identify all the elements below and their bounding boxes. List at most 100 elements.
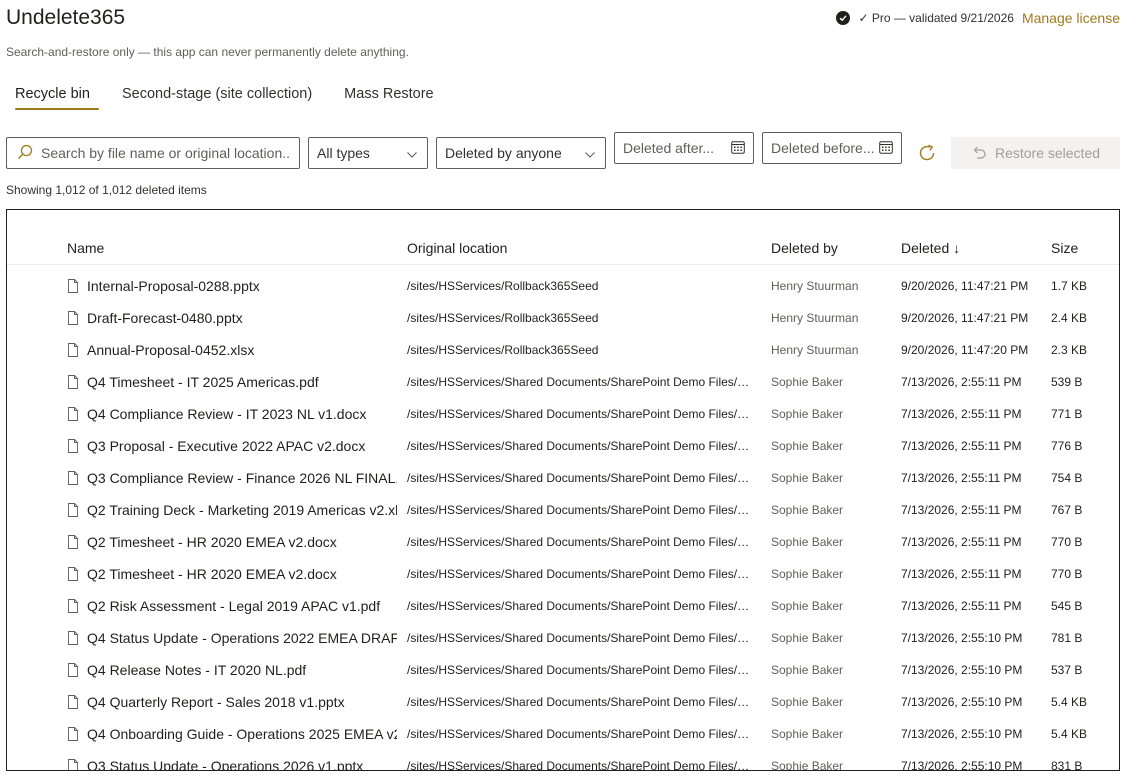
row-size: 771 B xyxy=(1051,407,1083,421)
row-name: Q3 Proposal - Executive 2022 APAC v2.doc… xyxy=(87,438,366,454)
table-row[interactable]: Q4 Onboarding Guide - Operations 2025 EM… xyxy=(7,718,1119,750)
row-location: /sites/HSServices/Shared Documents/Share… xyxy=(407,567,752,581)
row-name-cell: Q4 Status Update - Operations 2022 EMEA … xyxy=(67,630,397,646)
file-icon xyxy=(67,727,79,741)
row-deleted-date: 7/13/2026, 2:55:11 PM xyxy=(901,535,1022,549)
table-row[interactable]: Q4 Release Notes - IT 2020 NL.pdf/sites/… xyxy=(7,654,1119,686)
row-name: Q2 Risk Assessment - Legal 2019 APAC v1.… xyxy=(87,598,381,614)
chevron-down-icon xyxy=(585,145,595,161)
row-name-cell: Q2 Timesheet - HR 2020 EMEA v2.docx xyxy=(67,534,397,550)
row-name: Q4 Timesheet - IT 2025 Americas.pdf xyxy=(87,374,319,390)
row-deleted-by: Sophie Baker xyxy=(771,407,844,421)
row-location: /sites/HSServices/Rollback365Seed xyxy=(407,343,599,357)
table-row[interactable]: Draft-Forecast-0480.pptx/sites/HSService… xyxy=(7,302,1119,334)
row-deleted-date: 7/13/2026, 2:55:11 PM xyxy=(901,567,1022,581)
column-header-size[interactable]: Size xyxy=(1051,240,1111,256)
tab-mass-restore[interactable]: Mass Restore xyxy=(335,84,442,110)
row-name: Q2 Training Deck - Marketing 2019 Americ… xyxy=(87,502,397,518)
row-location: /sites/HSServices/Shared Documents/Share… xyxy=(407,535,752,549)
row-name: Q4 Onboarding Guide - Operations 2025 EM… xyxy=(87,726,397,742)
row-name-cell: Q4 Release Notes - IT 2020 NL.pdf xyxy=(67,662,397,678)
tab-bar: Recycle bin Second-stage (site collectio… xyxy=(6,84,457,110)
row-deleted-by: Henry Stuurman xyxy=(771,311,859,325)
row-size: 767 B xyxy=(1051,503,1083,517)
table-row[interactable]: Q4 Status Update - Operations 2022 EMEA … xyxy=(7,622,1119,654)
row-location: /sites/HSServices/Shared Documents/Share… xyxy=(407,503,752,517)
row-name-cell: Draft-Forecast-0480.pptx xyxy=(67,310,397,326)
column-header-deleted-by[interactable]: Deleted by xyxy=(771,240,891,256)
row-location: /sites/HSServices/Shared Documents/Share… xyxy=(407,375,752,389)
table-row[interactable]: Q3 Status Update - Operations 2026 v1.pp… xyxy=(7,750,1119,771)
row-deleted-by: Sophie Baker xyxy=(771,631,844,645)
deleted-before-field[interactable]: Deleted before... xyxy=(762,132,902,164)
app-title: Undelete365 xyxy=(6,6,126,29)
table-row[interactable]: Internal-Proposal-0288.pptx/sites/HSServ… xyxy=(7,270,1119,302)
row-name-cell: Q4 Compliance Review - IT 2023 NL v1.doc… xyxy=(67,406,397,422)
row-name: Q4 Quarterly Report - Sales 2018 v1.pptx xyxy=(87,694,345,710)
tab-second-stage[interactable]: Second-stage (site collection) xyxy=(113,84,321,110)
row-name: Q4 Status Update - Operations 2022 EMEA … xyxy=(87,630,397,646)
table-row[interactable]: Q2 Timesheet - HR 2020 EMEA v2.docx/site… xyxy=(7,558,1119,590)
column-header-name[interactable]: Name xyxy=(67,240,397,256)
file-icon xyxy=(67,663,79,677)
table-row[interactable]: Q2 Timesheet - HR 2020 EMEA v2.docx/site… xyxy=(7,526,1119,558)
undo-icon xyxy=(971,144,995,163)
type-filter-dropdown[interactable]: All types xyxy=(308,137,428,169)
app-subtitle: Search-and-restore only — this app can n… xyxy=(6,45,409,59)
row-deleted-by: Sophie Baker xyxy=(771,503,844,517)
row-size: 781 B xyxy=(1051,631,1083,645)
table-row[interactable]: Q3 Proposal - Executive 2022 APAC v2.doc… xyxy=(7,430,1119,462)
row-size: 770 B xyxy=(1051,535,1083,549)
tab-recycle-bin[interactable]: Recycle bin xyxy=(6,84,99,110)
row-size: 776 B xyxy=(1051,439,1083,453)
row-size: 831 B xyxy=(1051,759,1083,771)
row-size: 5.4 KB xyxy=(1051,727,1088,741)
row-size: 2.4 KB xyxy=(1051,311,1088,325)
row-deleted-by: Sophie Baker xyxy=(771,375,844,389)
table-row[interactable]: Annual-Proposal-0452.xlsx/sites/HSServic… xyxy=(7,334,1119,366)
row-size: 754 B xyxy=(1051,471,1083,485)
row-deleted-by: Sophie Baker xyxy=(771,727,844,741)
row-size: 1.7 KB xyxy=(1051,279,1088,293)
table-row[interactable]: Q4 Compliance Review - IT 2023 NL v1.doc… xyxy=(7,398,1119,430)
table-row[interactable]: Q4 Timesheet - IT 2025 Americas.pdf/site… xyxy=(7,366,1119,398)
refresh-icon[interactable] xyxy=(916,142,938,164)
table-row[interactable]: Q3 Compliance Review - Finance 2026 NL F… xyxy=(7,462,1119,494)
check-circle-icon xyxy=(836,11,851,25)
row-location: /sites/HSServices/Shared Documents/Share… xyxy=(407,695,752,709)
table-row[interactable]: Q4 Quarterly Report - Sales 2018 v1.pptx… xyxy=(7,686,1119,718)
row-deleted-date: 7/13/2026, 2:55:10 PM xyxy=(901,759,1023,771)
row-name: Q4 Release Notes - IT 2020 NL.pdf xyxy=(87,662,307,678)
manage-license-link[interactable]: Manage license xyxy=(1022,10,1120,26)
row-name-cell: Q3 Compliance Review - Finance 2026 NL F… xyxy=(67,470,397,486)
row-name-cell: Q3 Proposal - Executive 2022 APAC v2.doc… xyxy=(67,438,397,454)
calendar-icon[interactable] xyxy=(879,140,893,157)
row-name: Q3 Status Update - Operations 2026 v1.pp… xyxy=(87,758,364,771)
row-location: /sites/HSServices/Shared Documents/Share… xyxy=(407,407,752,421)
row-deleted-date: 7/13/2026, 2:55:10 PM xyxy=(901,631,1023,645)
search-input[interactable] xyxy=(41,145,291,161)
deleted-after-field[interactable]: Deleted after... xyxy=(614,132,754,164)
search-box[interactable] xyxy=(6,137,300,169)
file-icon xyxy=(67,631,79,645)
calendar-icon[interactable] xyxy=(731,140,745,157)
row-location: /sites/HSServices/Shared Documents/Share… xyxy=(407,631,752,645)
row-deleted-date: 7/13/2026, 2:55:11 PM xyxy=(901,407,1022,421)
row-name-cell: Q2 Risk Assessment - Legal 2019 APAC v1.… xyxy=(67,598,397,614)
file-icon xyxy=(67,279,79,293)
deleted-after-placeholder: Deleted after... xyxy=(623,140,715,156)
row-name: Q3 Compliance Review - Finance 2026 NL F… xyxy=(87,470,397,486)
row-location: /sites/HSServices/Shared Documents/Share… xyxy=(407,663,752,677)
deleted-by-dropdown[interactable]: Deleted by anyone xyxy=(436,137,606,169)
column-header-deleted[interactable]: Deleted ↓ xyxy=(901,240,1041,256)
table-row[interactable]: Q2 Risk Assessment - Legal 2019 APAC v1.… xyxy=(7,590,1119,622)
row-deleted-by: Sophie Baker xyxy=(771,663,844,677)
table-row[interactable]: Q2 Training Deck - Marketing 2019 Americ… xyxy=(7,494,1119,526)
row-name: Q2 Timesheet - HR 2020 EMEA v2.docx xyxy=(87,566,337,582)
column-header-location[interactable]: Original location xyxy=(407,240,752,256)
row-size: 539 B xyxy=(1051,375,1083,389)
row-size: 537 B xyxy=(1051,663,1083,677)
restore-selected-label: Restore selected xyxy=(994,145,1101,161)
file-icon xyxy=(67,599,79,613)
restore-selected-button[interactable]: Restore selected xyxy=(951,137,1120,169)
